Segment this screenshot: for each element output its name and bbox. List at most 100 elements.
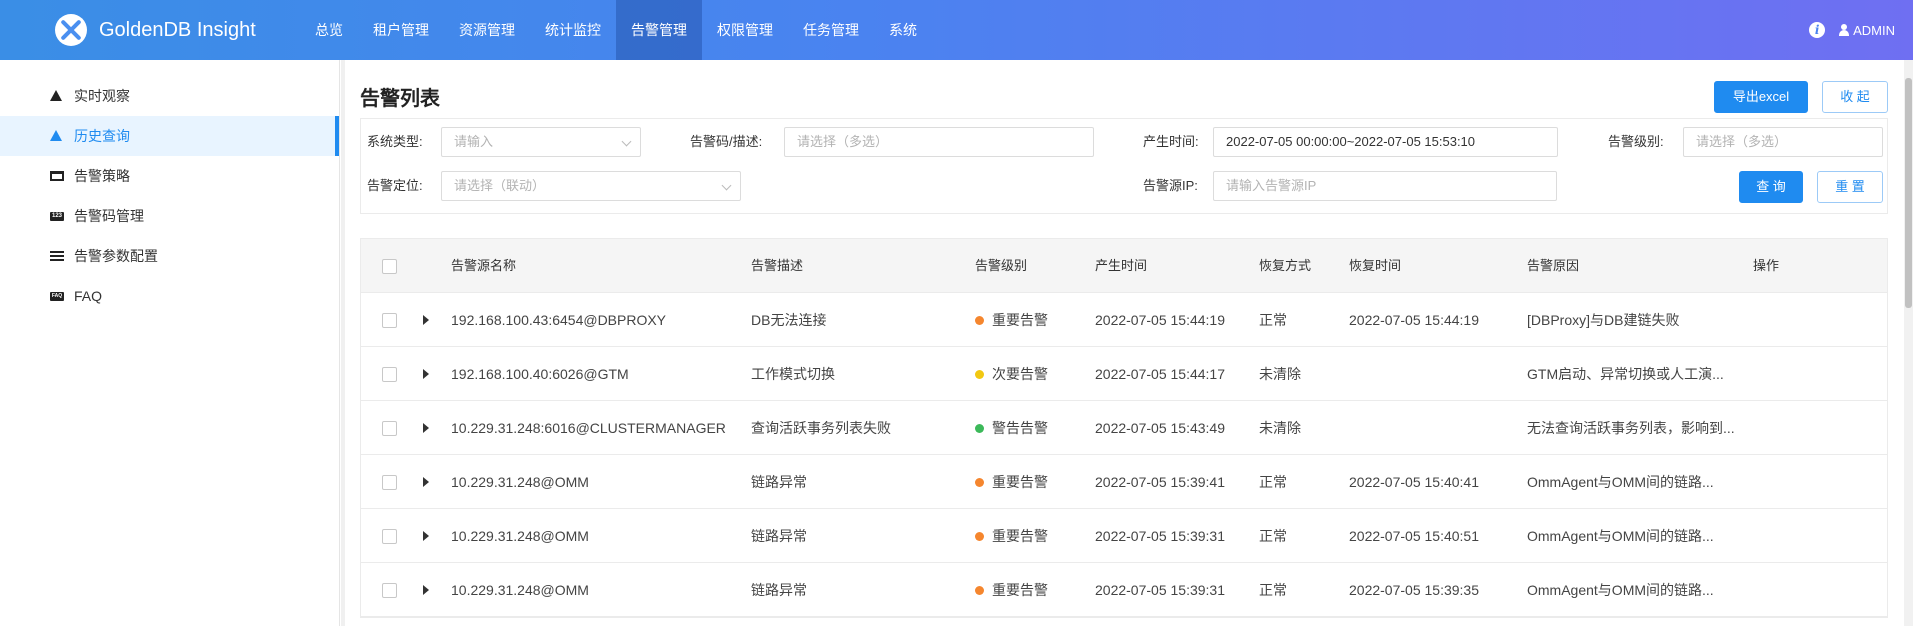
page-title: 告警列表 bbox=[360, 88, 440, 110]
col-level: 告警级别 bbox=[975, 258, 1028, 273]
user-menu[interactable]: ADMIN bbox=[1839, 23, 1895, 38]
page-scrollbar[interactable] bbox=[1904, 60, 1913, 626]
cell-reason: GTM启动、异常切换或人工演... bbox=[1527, 366, 1724, 382]
table-row[interactable]: 10.229.31.248:6016@CLUSTERMANAGER 查询活跃事务列… bbox=[361, 401, 1887, 455]
filter-panel: 系统类型: 请输入 告警码/描述: 请选择（多选） 产生时间: 2022-07-… bbox=[360, 118, 1888, 214]
sidebar-item-label: 实时观察 bbox=[74, 88, 130, 104]
cell-level: 重要告警 bbox=[975, 509, 1048, 563]
sidebar-item-alarm-code[interactable]: 123 告警码管理 bbox=[0, 196, 339, 236]
locate-select[interactable]: 请选择（联动） bbox=[441, 171, 741, 201]
cell-reason: OmmAgent与OMM间的链路... bbox=[1527, 582, 1714, 598]
row-checkbox[interactable] bbox=[382, 475, 397, 490]
expand-row-icon[interactable] bbox=[423, 477, 429, 487]
sidebar-item-params[interactable]: 告警参数配置 bbox=[0, 236, 339, 276]
faq-icon: FAQ bbox=[50, 292, 64, 301]
row-checkbox[interactable] bbox=[382, 313, 397, 328]
expand-row-icon[interactable] bbox=[423, 369, 429, 379]
collapse-button[interactable]: 收 起 bbox=[1822, 81, 1888, 113]
expand-row-icon[interactable] bbox=[423, 531, 429, 541]
cell-time: 2022-07-05 15:39:31 bbox=[1095, 528, 1225, 544]
expand-row-icon[interactable] bbox=[423, 423, 429, 433]
nav-stats[interactable]: 统计监控 bbox=[530, 0, 616, 60]
col-time: 产生时间 bbox=[1095, 258, 1148, 273]
cell-level: 次要告警 bbox=[975, 347, 1048, 401]
col-source: 告警源名称 bbox=[451, 258, 517, 273]
expand-row-icon[interactable] bbox=[423, 315, 429, 325]
col-recover: 恢复方式 bbox=[1259, 258, 1312, 273]
nav-resource[interactable]: 资源管理 bbox=[444, 0, 530, 60]
cell-desc: DB无法连接 bbox=[751, 312, 827, 328]
nav-system[interactable]: 系统 bbox=[874, 0, 932, 60]
table-row[interactable]: 10.229.31.248@OMM 链路异常 2022-07-05 15:39:41… bbox=[361, 455, 1887, 509]
top-bar: GoldenDB Insight 总览 租户管理 资源管理 统计监控 告警管理 … bbox=[0, 0, 1913, 60]
sidebar-scrollbar[interactable] bbox=[341, 60, 345, 626]
cell-recover: 正常 bbox=[1259, 582, 1287, 598]
col-desc: 告警描述 bbox=[751, 258, 804, 273]
logo-icon bbox=[55, 14, 87, 46]
cell-desc: 链路异常 bbox=[751, 528, 807, 544]
table-row[interactable]: 10.229.31.248@OMM 链路异常 2022-07-05 15:39:31… bbox=[361, 563, 1887, 617]
nav-tenant[interactable]: 租户管理 bbox=[358, 0, 444, 60]
source-ip-input[interactable]: 请输入告警源IP bbox=[1213, 171, 1557, 201]
sidebar-item-history[interactable]: 历史查询 bbox=[0, 116, 339, 156]
sidebar-item-label: 历史查询 bbox=[74, 128, 130, 144]
level-label: 告警级别: bbox=[1608, 134, 1664, 149]
sidebar: 实时观察 历史查询 告警策略 123 告警码管理 告警参数配置 FAQ FAQ bbox=[0, 60, 340, 626]
nav-alarm[interactable]: 告警管理 bbox=[616, 0, 702, 60]
table-row[interactable]: 10.229.31.248@OMM 链路异常 2022-07-05 15:39:31… bbox=[361, 509, 1887, 563]
row-checkbox[interactable] bbox=[382, 367, 397, 382]
nav-permission[interactable]: 权限管理 bbox=[702, 0, 788, 60]
level-text: 重要告警 bbox=[992, 582, 1048, 598]
sidebar-item-label: 告警策略 bbox=[74, 168, 130, 184]
numeric-code-icon: 123 bbox=[50, 212, 64, 221]
cell-recover: 正常 bbox=[1259, 312, 1287, 328]
cell-recover: 未清除 bbox=[1259, 366, 1301, 382]
col-actions: 操作 bbox=[1753, 258, 1780, 273]
row-checkbox[interactable] bbox=[382, 583, 397, 598]
cell-recover: 正常 bbox=[1259, 528, 1287, 544]
level-text: 重要告警 bbox=[992, 312, 1048, 328]
system-type-label: 系统类型: bbox=[367, 134, 423, 149]
sidebar-item-policy[interactable]: 告警策略 bbox=[0, 156, 339, 196]
table-header: 告警源名称 告警描述 告警级别 产生时间 恢复方式 恢复时间 告警原因 操作 bbox=[361, 239, 1887, 293]
info-icon[interactable]: i bbox=[1809, 22, 1826, 38]
table-row[interactable]: 192.168.100.40:6026@GTM 工作模式切换 2022-07-05 … bbox=[361, 347, 1887, 401]
table-row[interactable]: 192.168.100.43:6454@DBPROXY DB无法连接 2022-07… bbox=[361, 293, 1887, 347]
expand-row-icon[interactable] bbox=[423, 585, 429, 595]
nav-task[interactable]: 任务管理 bbox=[788, 0, 874, 60]
row-checkbox[interactable] bbox=[382, 421, 397, 436]
scrollbar-thumb[interactable] bbox=[1905, 78, 1912, 308]
cell-time: 2022-07-05 15:44:17 bbox=[1095, 366, 1225, 382]
code-desc-select[interactable]: 请选择（多选） bbox=[784, 127, 1094, 157]
level-dot-icon bbox=[975, 477, 984, 487]
source-ip-label: 告警源IP: bbox=[1143, 178, 1198, 193]
cell-recover: 正常 bbox=[1259, 474, 1287, 490]
sidebar-item-faq[interactable]: FAQ FAQ bbox=[0, 276, 339, 316]
sidebar-item-realtime[interactable]: 实时观察 bbox=[0, 76, 339, 116]
locate-placeholder: 请选择（联动） bbox=[454, 178, 546, 193]
cell-recover-time: 2022-07-05 15:39:35 bbox=[1349, 582, 1479, 598]
query-button[interactable]: 查 询 bbox=[1739, 171, 1803, 203]
system-type-select[interactable]: 请输入 bbox=[441, 127, 641, 157]
cell-reason: 无法查询活跃事务列表，影响到... bbox=[1527, 420, 1735, 436]
time-range-picker[interactable]: 2022-07-05 00:00:00~2022-07-05 15:53:10 bbox=[1213, 127, 1558, 157]
cell-recover-time: 2022-07-05 15:40:41 bbox=[1349, 474, 1479, 490]
reset-button[interactable]: 重 置 bbox=[1817, 171, 1883, 203]
sidebar-item-label: 告警码管理 bbox=[74, 208, 144, 224]
export-excel-button[interactable]: 导出excel bbox=[1714, 81, 1808, 113]
user-icon bbox=[1839, 24, 1850, 36]
nav-overview[interactable]: 总览 bbox=[300, 0, 358, 60]
cell-time: 2022-07-05 15:39:41 bbox=[1095, 474, 1225, 490]
chevron-down-icon bbox=[621, 136, 632, 147]
select-all-checkbox[interactable] bbox=[382, 259, 397, 274]
level-select[interactable]: 请选择（多选） bbox=[1683, 127, 1883, 157]
cell-level: 警告告警 bbox=[975, 401, 1048, 455]
alarm-table: 告警源名称 告警描述 告警级别 产生时间 恢复方式 恢复时间 告警原因 操作 1… bbox=[360, 238, 1888, 618]
level-dot-icon bbox=[975, 369, 984, 379]
top-right-tools: i ADMIN bbox=[1809, 0, 1895, 60]
row-checkbox[interactable] bbox=[382, 529, 397, 544]
col-reason: 告警原因 bbox=[1527, 258, 1580, 273]
app-logo[interactable]: GoldenDB Insight bbox=[55, 13, 256, 47]
cell-reason: OmmAgent与OMM间的链路... bbox=[1527, 474, 1714, 490]
cell-source: 10.229.31.248@OMM bbox=[451, 474, 589, 490]
